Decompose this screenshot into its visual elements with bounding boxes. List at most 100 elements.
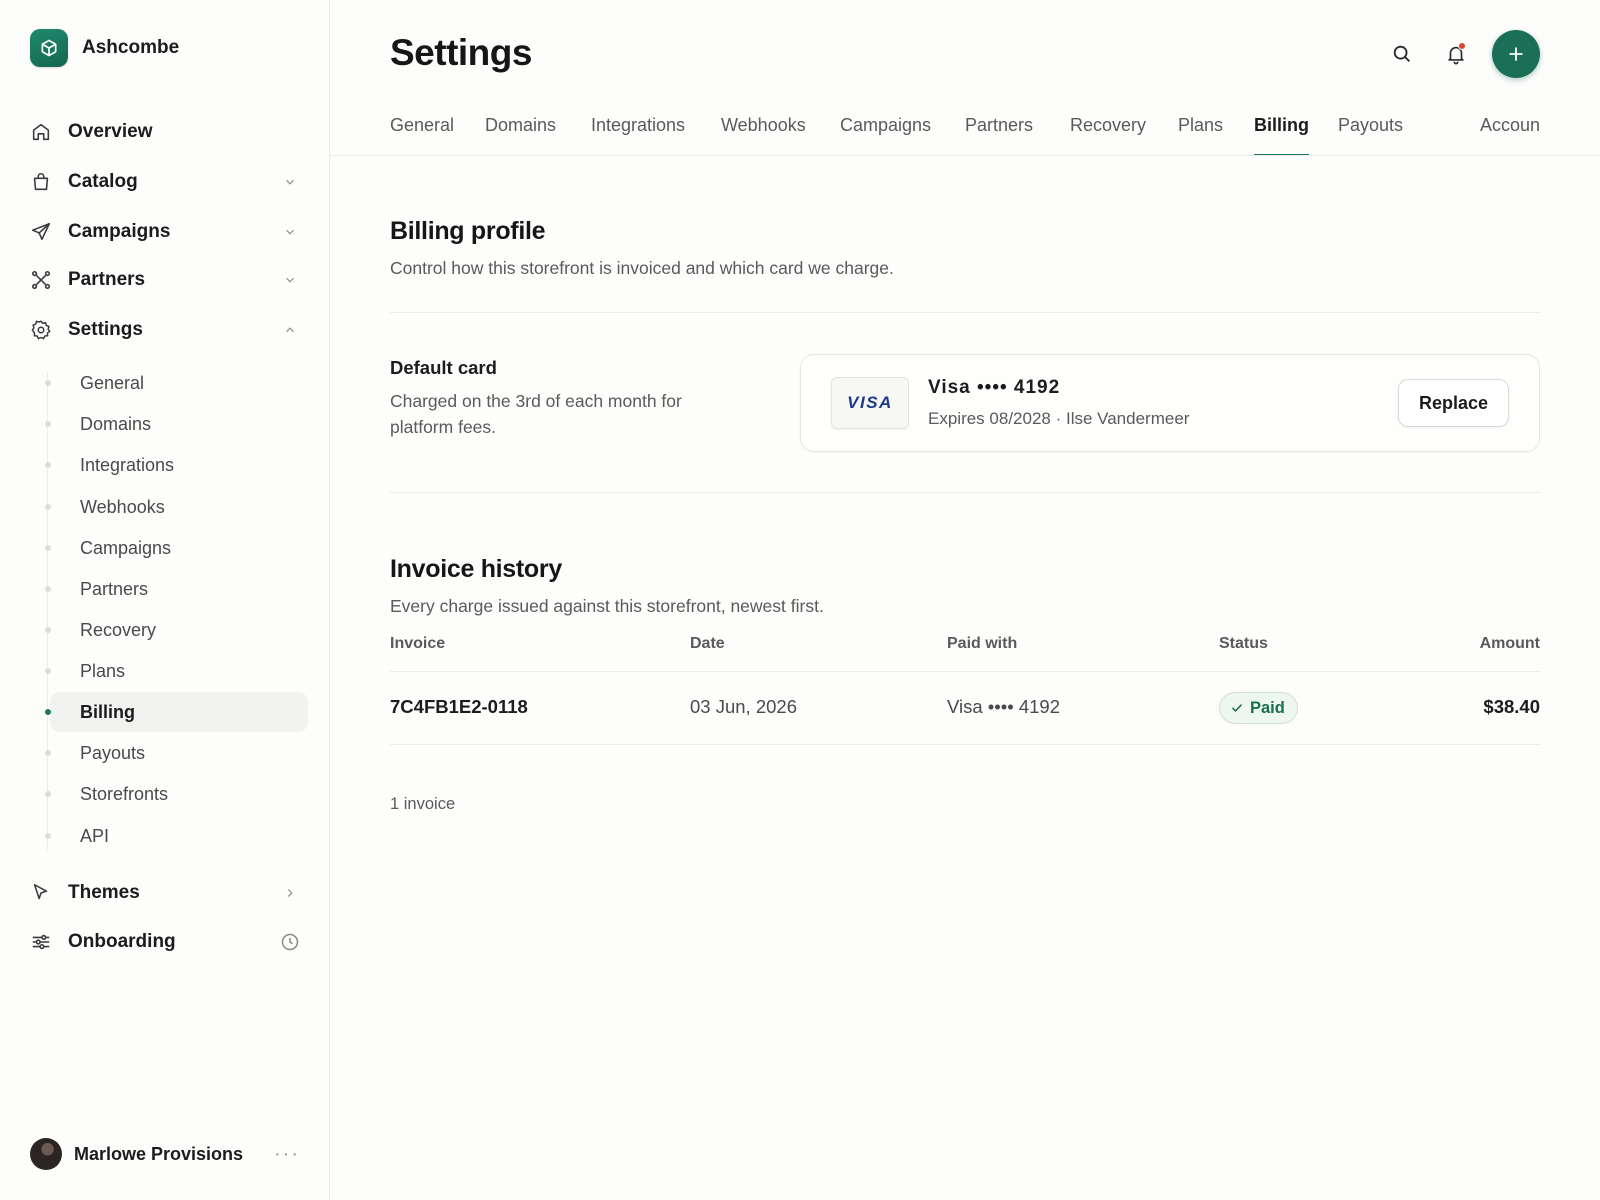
shopping-bag-icon	[30, 171, 52, 193]
subnav-item-storefronts[interactable]: Storefronts	[45, 774, 308, 814]
tab-billing[interactable]: Billing	[1254, 112, 1309, 156]
subnav-item-billing[interactable]: Billing	[45, 692, 308, 732]
brand[interactable]: Ashcombe	[30, 29, 179, 67]
default-card-box: VISA Visa •••• 4192 Expires 08/2028 · Il…	[800, 354, 1540, 452]
subnav-item-recovery[interactable]: Recovery	[45, 610, 308, 650]
tab-recovery[interactable]: Recovery	[1070, 112, 1146, 156]
chevron-down-icon[interactable]	[280, 270, 300, 290]
sidebar-item-label: Themes	[68, 882, 140, 903]
billing-profile-description: Control how this storefront is invoiced …	[390, 258, 894, 278]
tab-webhooks[interactable]: Webhooks	[721, 112, 806, 156]
app-root: Ashcombe Overview Catalog Campaigns Part…	[0, 0, 1600, 1200]
subnav-dot	[45, 668, 51, 674]
settings-tabs: General Domains Integrations Webhooks Ca…	[390, 112, 1540, 156]
subnav-item-label: Storefronts	[80, 783, 169, 804]
subnav-item-campaigns[interactable]: Campaigns	[45, 528, 308, 568]
subnav-dot	[45, 504, 51, 510]
invoice-history-title: Invoice history	[390, 555, 562, 583]
subnav-item-label: API	[80, 825, 110, 846]
subnav-item-general[interactable]: General	[45, 363, 308, 403]
clock-icon	[280, 932, 300, 952]
card-title: Visa •••• 4192	[928, 377, 1061, 398]
subnav-dot	[45, 380, 51, 386]
chevron-right-icon[interactable]	[280, 883, 300, 903]
sidebar-item-label: Partners	[68, 269, 146, 290]
page-title: Settings	[390, 32, 532, 73]
column-header-paid-with[interactable]: Paid with	[947, 635, 1017, 653]
invoice-history-description: Every charge issued against this storefr…	[390, 596, 824, 616]
sidebar-item-onboarding[interactable]: Onboarding	[30, 925, 300, 959]
subnav-item-domains[interactable]: Domains	[45, 404, 308, 444]
subnav-dot	[45, 586, 51, 592]
sidebar-item-campaigns[interactable]: Campaigns	[30, 215, 300, 249]
search-icon	[1393, 45, 1410, 62]
send-icon	[30, 221, 52, 243]
card-expiry: Expires 08/2028 · Ilse Vandermeer	[928, 409, 1190, 428]
tab-domains[interactable]: Domains	[485, 112, 556, 156]
sidebar-item-label: Catalog	[68, 171, 138, 192]
chevron-up-icon[interactable]	[280, 320, 300, 340]
status-badge: Paid	[1219, 692, 1298, 724]
subnav-item-label: Domains	[80, 413, 152, 434]
invoice-paid-with: Visa •••• 4192	[947, 696, 1060, 717]
subnav-item-label: General	[80, 372, 145, 393]
home-icon	[30, 121, 52, 143]
subnav-item-label: Webhooks	[80, 496, 165, 517]
chevron-down-icon[interactable]	[280, 222, 300, 242]
table-row[interactable]: 7C4FB1E2-0118 03 Jun, 2026 Visa •••• 419…	[390, 672, 1540, 744]
subnav-item-webhooks[interactable]: Webhooks	[45, 487, 308, 527]
subnav-dot	[45, 750, 51, 756]
column-header-status[interactable]: Status	[1219, 635, 1268, 653]
notifications-button[interactable]	[1438, 36, 1474, 72]
subnav-dot	[45, 462, 51, 468]
chevron-down-icon[interactable]	[280, 172, 300, 192]
sliders-icon	[30, 931, 52, 953]
sidebar-item-label: Onboarding	[68, 931, 176, 952]
sidebar-item-themes[interactable]: Themes	[30, 876, 300, 910]
replace-card-button[interactable]: Replace	[1397, 379, 1509, 427]
subnav-item-payouts[interactable]: Payouts	[45, 733, 308, 773]
column-header-date[interactable]: Date	[690, 635, 725, 653]
divider	[390, 492, 1540, 493]
subnav-item-partners[interactable]: Partners	[45, 569, 308, 609]
tab-account[interactable]: Accoun	[1480, 112, 1540, 156]
tab-integrations[interactable]: Integrations	[591, 112, 685, 156]
divider	[390, 312, 1540, 313]
main-content: Settings General Domains Integrations We…	[330, 0, 1600, 1200]
sidebar-item-partners[interactable]: Partners	[30, 263, 300, 297]
tab-campaigns[interactable]: Campaigns	[840, 112, 931, 156]
table-row-divider	[390, 744, 1540, 745]
status-label: Paid	[1250, 698, 1285, 717]
avatar	[30, 1138, 62, 1170]
tab-plans[interactable]: Plans	[1178, 112, 1223, 156]
header-actions	[1384, 30, 1540, 78]
brand-logo-icon	[30, 29, 68, 67]
subnav-dot	[45, 545, 51, 551]
column-header-invoice[interactable]: Invoice	[390, 635, 445, 653]
network-icon	[30, 269, 52, 291]
column-header-amount[interactable]: Amount	[1480, 635, 1540, 653]
subnav-item-api[interactable]: API	[45, 816, 308, 856]
subnav-dot	[45, 833, 51, 839]
brand-name: Ashcombe	[82, 37, 180, 58]
subnav-item-integrations[interactable]: Integrations	[45, 445, 308, 485]
more-icon[interactable]: ···	[274, 1143, 300, 1166]
user-profile[interactable]: Marlowe Provisions ···	[30, 1137, 300, 1171]
search-button[interactable]	[1384, 36, 1420, 72]
subnav-item-plans[interactable]: Plans	[45, 651, 308, 691]
subnav-dot	[45, 791, 51, 797]
sidebar-item-settings[interactable]: Settings	[30, 313, 300, 347]
subnav-line	[47, 372, 48, 850]
subnav-item-label: Partners	[80, 578, 149, 599]
billing-profile-title: Billing profile	[390, 217, 546, 245]
sidebar-item-overview[interactable]: Overview	[30, 115, 300, 149]
add-button[interactable]	[1492, 30, 1540, 78]
invoice-id[interactable]: 7C4FB1E2-0118	[390, 696, 528, 718]
tab-general[interactable]: General	[390, 112, 454, 156]
invoice-count: 1 invoice	[390, 795, 456, 813]
notification-badge	[1458, 42, 1466, 50]
tab-payouts[interactable]: Payouts	[1338, 112, 1403, 156]
sidebar-item-label: Settings	[68, 319, 143, 340]
sidebar-item-catalog[interactable]: Catalog	[30, 165, 300, 199]
tab-partners[interactable]: Partners	[965, 112, 1033, 156]
